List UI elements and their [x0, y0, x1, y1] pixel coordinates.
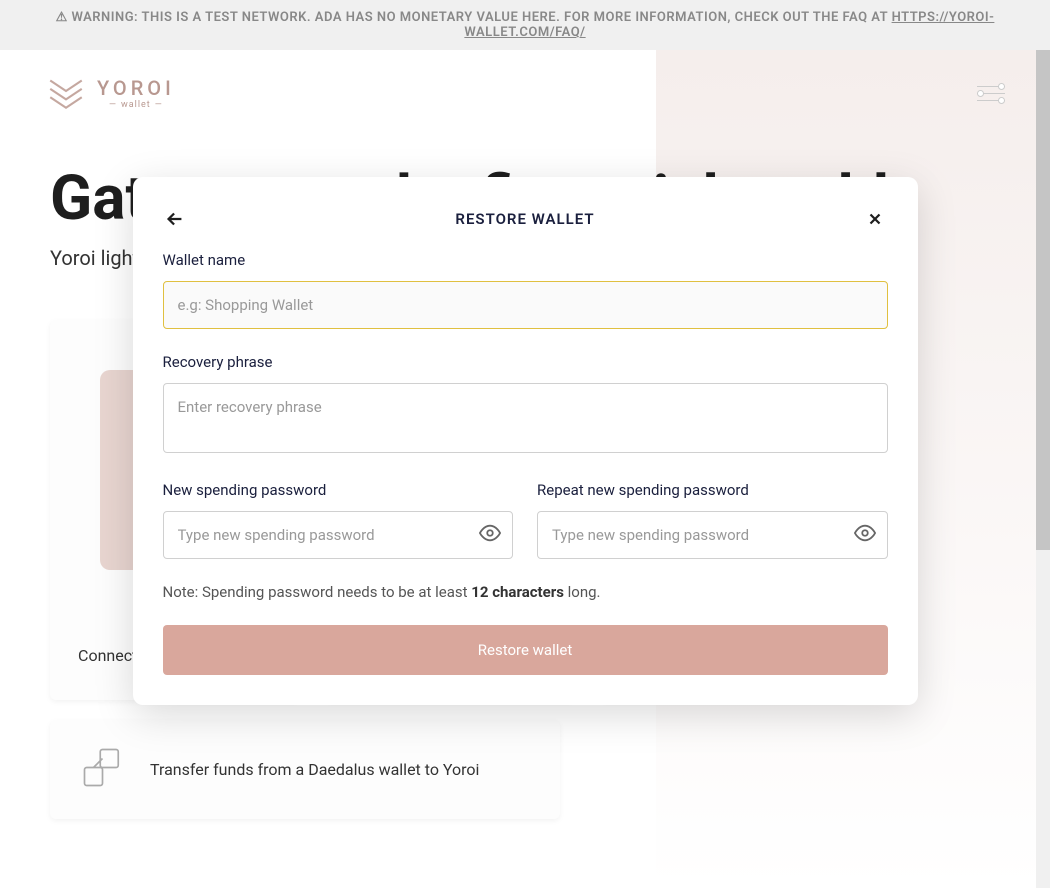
wallet-name-input[interactable] — [163, 281, 888, 329]
close-button[interactable] — [863, 207, 887, 231]
password-note: Note: Spending password needs to be at l… — [163, 583, 888, 601]
repeat-password-label: Repeat new spending password — [537, 481, 888, 499]
modal-title: RESTORE WALLET — [455, 210, 594, 228]
new-password-label: New spending password — [163, 481, 514, 499]
toggle-password-visibility[interactable] — [854, 522, 876, 548]
wallet-name-label: Wallet name — [163, 251, 888, 269]
recovery-phrase-input[interactable] — [163, 383, 888, 453]
toggle-password-visibility[interactable] — [479, 522, 501, 548]
back-button[interactable] — [163, 207, 187, 231]
restore-wallet-button[interactable]: Restore wallet — [163, 625, 888, 675]
new-password-input[interactable] — [163, 511, 514, 559]
repeat-password-input[interactable] — [537, 511, 888, 559]
restore-wallet-modal: RESTORE WALLET Wallet name Recovery phra… — [133, 177, 918, 705]
recovery-phrase-label: Recovery phrase — [163, 353, 888, 371]
